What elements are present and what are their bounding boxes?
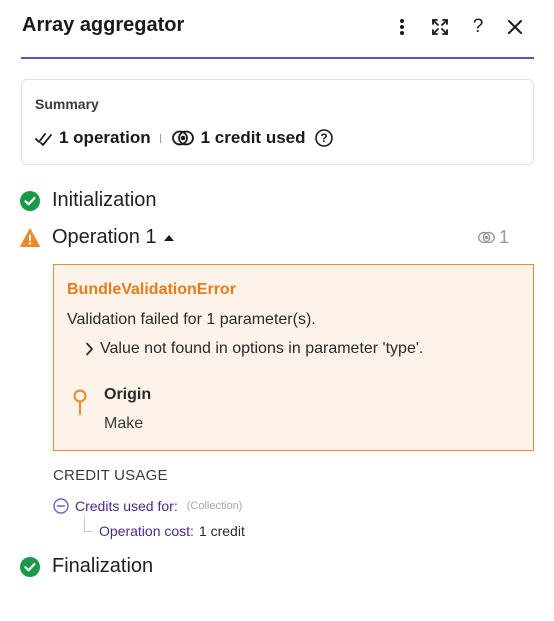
operations-count: 1 operation	[59, 128, 151, 147]
expand-button[interactable]	[427, 14, 453, 40]
error-title: BundleValidationError	[67, 281, 236, 298]
divider	[159, 133, 161, 143]
warning-triangle-icon	[20, 228, 40, 248]
caret-up-icon[interactable]	[163, 234, 175, 242]
credit-usage-heading: CREDIT USAGE	[53, 467, 168, 484]
more-options-button[interactable]	[389, 14, 415, 40]
origin-label: Origin	[104, 386, 152, 403]
step-operation[interactable]: Operation 1	[20, 226, 175, 249]
error-detail-text: Value not found in options in parameter …	[100, 340, 424, 357]
help-circle-icon[interactable]: ?	[314, 129, 333, 147]
collection-type: (Collection)	[186, 500, 243, 512]
chevron-right-icon	[85, 342, 94, 356]
summary-label: Summary	[35, 96, 99, 112]
step-label: Finalization	[52, 555, 154, 577]
credits-used: 1 credit used	[200, 128, 306, 147]
summary-card: Summary 1 operation 1 credit used ?	[21, 79, 534, 165]
double-check-icon	[35, 131, 52, 146]
check-circle-icon	[20, 190, 40, 211]
operation-credits: 1	[478, 227, 509, 248]
credit-eye-icon	[171, 130, 194, 146]
check-circle-icon	[20, 556, 40, 577]
expand-icon	[431, 18, 449, 36]
more-vertical-icon	[399, 18, 405, 36]
credits-used-for-label: Credits used for:	[75, 498, 178, 514]
step-initialization[interactable]: Initialization	[20, 189, 157, 212]
credit-eye-icon	[478, 231, 495, 244]
credits-used-for-row[interactable]: Credits used for: (Collection)	[53, 498, 242, 514]
error-box: BundleValidationError Validation failed …	[53, 264, 534, 451]
panel-title: Array aggregator	[22, 14, 185, 36]
help-button[interactable]: ?	[465, 14, 491, 40]
help-icon: ?	[472, 16, 484, 37]
origin-value: Make	[104, 415, 144, 432]
tree-connector	[84, 517, 93, 532]
close-button[interactable]	[502, 14, 528, 40]
error-message: Validation failed for 1 parameter(s).	[67, 311, 316, 328]
error-detail[interactable]: Value not found in options in parameter …	[85, 340, 423, 358]
operation-cost-label: Operation cost:	[99, 523, 194, 539]
svg-text:?: ?	[320, 131, 327, 145]
summary-stats: 1 operation 1 credit used ?	[35, 128, 333, 148]
panel-header: Array aggregator ?	[21, 0, 534, 59]
step-label: Initialization	[52, 189, 157, 211]
operation-cost-value: 1 credit	[198, 523, 245, 539]
step-finalization[interactable]: Finalization	[20, 555, 153, 578]
operation-credits-count: 1	[499, 227, 510, 247]
step-label: Operation 1	[52, 226, 157, 248]
close-icon	[507, 19, 523, 35]
origin-pin-icon	[73, 389, 87, 420]
minus-circle-icon[interactable]	[53, 498, 69, 514]
operation-cost-row: Operation cost: 1 credit	[99, 523, 245, 539]
